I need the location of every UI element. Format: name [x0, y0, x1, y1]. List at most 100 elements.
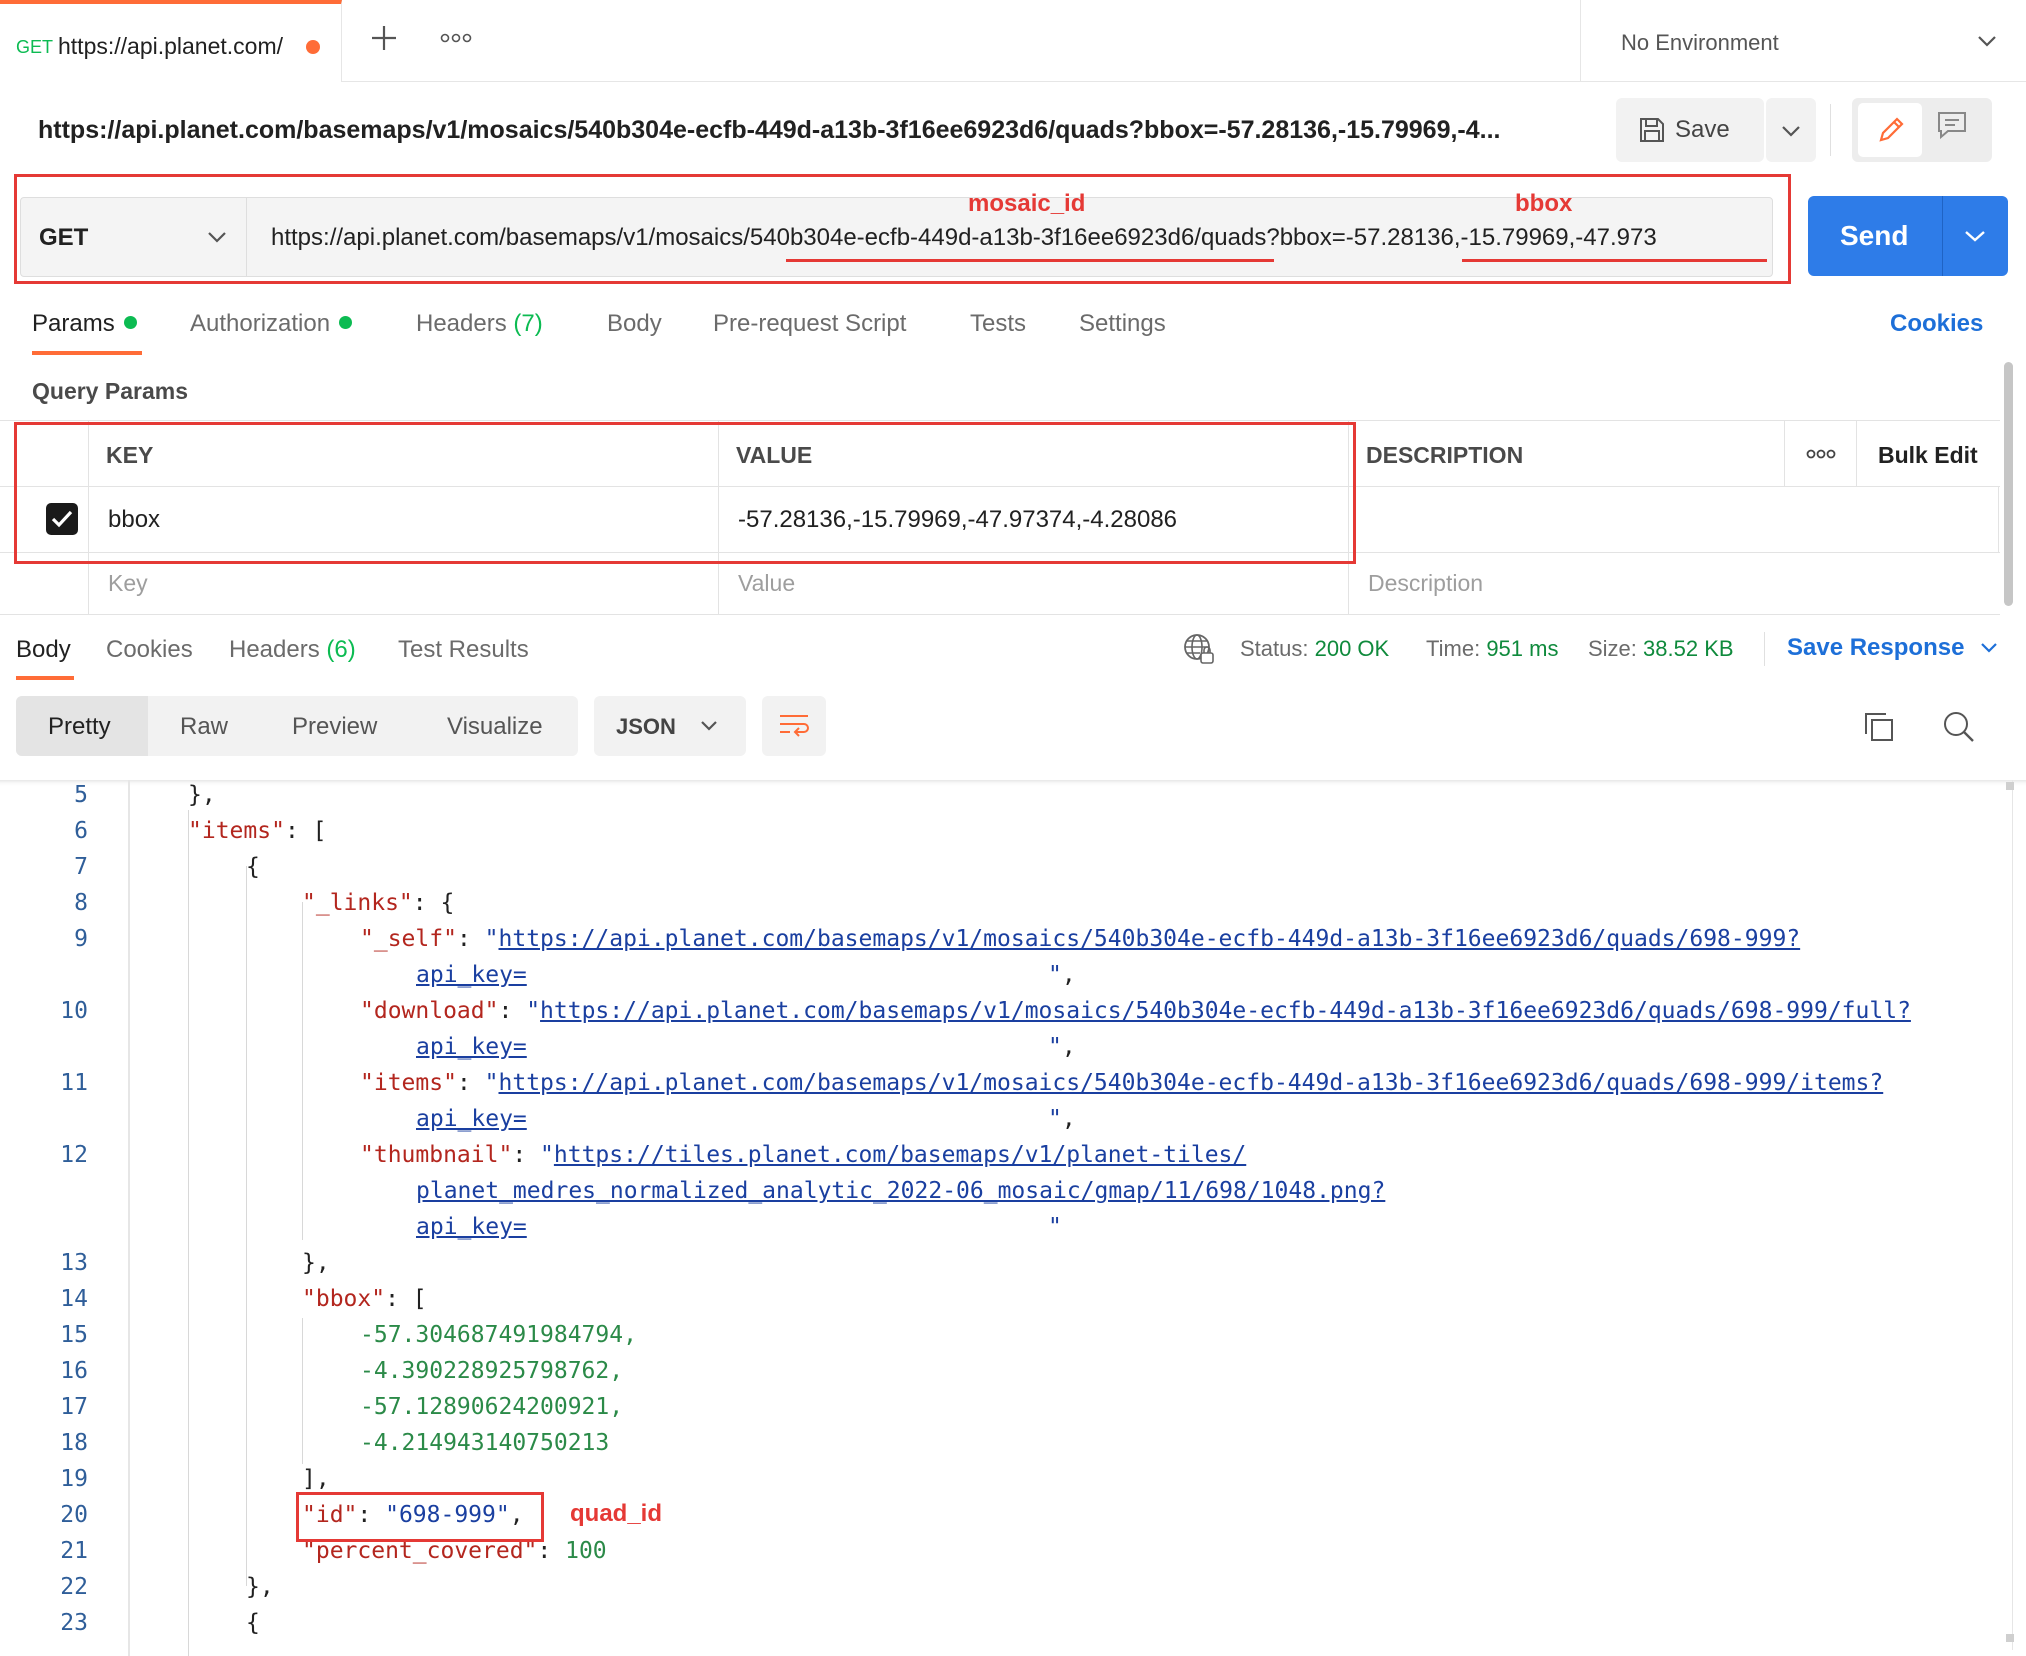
tab-url: https://api.planet.com/ [58, 33, 284, 59]
bbox-annotation: bbox [1515, 190, 1573, 217]
request-tab[interactable]: GET https://api.planet.com/ [0, 0, 342, 82]
tab-body[interactable]: Body [607, 310, 662, 338]
code-line: "items": [ [188, 818, 327, 844]
thumbnail-api-key[interactable]: api_key= [416, 1214, 1048, 1240]
tab-headers[interactable]: Headers (7) [416, 310, 543, 338]
table-border [0, 420, 2000, 421]
chevron-down-icon [1981, 643, 1997, 653]
save-response-button[interactable]: Save Response [1787, 634, 1964, 662]
code-line: }, [188, 782, 216, 808]
divider [1764, 632, 1765, 666]
edit-button[interactable] [1858, 103, 1922, 157]
time-readout[interactable]: Time: 951 ms [1426, 636, 1558, 662]
wrap-icon [780, 715, 809, 737]
search-button[interactable] [1942, 710, 1976, 744]
mode-pretty[interactable]: Pretty [16, 696, 148, 756]
line-number: 16 [60, 1358, 88, 1384]
network-globe-icon[interactable] [1182, 632, 1216, 666]
mode-raw[interactable]: Raw [180, 713, 228, 741]
tab-options-button[interactable] [440, 30, 472, 46]
code-line: -4.214943140750213 [360, 1430, 610, 1456]
line-number: 13 [60, 1250, 88, 1276]
code-line: { [246, 1610, 260, 1636]
tab-method: GET [16, 37, 54, 57]
active-tab-indicator [32, 351, 142, 355]
editor-scrollbar-track[interactable] [2012, 780, 2013, 1650]
mode-preview[interactable]: Preview [292, 713, 377, 741]
table-divider [1784, 420, 1785, 486]
copy-icon [1865, 713, 1893, 741]
unsaved-dot-icon [306, 40, 320, 54]
thumbnail-link-cont[interactable]: planet_medres_normalized_analytic_2022-0… [416, 1178, 1385, 1204]
comments-button[interactable] [1936, 110, 1968, 140]
line-number: 18 [60, 1430, 88, 1456]
response-tab-test-results[interactable]: Test Results [398, 636, 529, 664]
code-line: api_key= ", [416, 962, 1076, 988]
new-value-input[interactable]: Value [738, 570, 795, 597]
line-number: 8 [74, 890, 88, 916]
table-divider [1998, 486, 1999, 552]
bbox-underline [1462, 259, 1767, 262]
tab-params[interactable]: Params [32, 310, 137, 338]
line-number: 17 [60, 1394, 88, 1420]
items-link[interactable]: https://api.planet.com/basemaps/v1/mosai… [499, 1070, 1884, 1096]
table-options-button[interactable] [1806, 447, 1836, 461]
new-tab-button[interactable] [368, 22, 400, 54]
chevron-down-icon [1965, 231, 1985, 242]
tab-authorization[interactable]: Authorization [190, 310, 353, 338]
new-key-input[interactable]: Key [108, 570, 148, 597]
thumbnail-link[interactable]: https://tiles.planet.com/basemaps/v1/pla… [554, 1142, 1246, 1168]
tab-tests[interactable]: Tests [970, 310, 1026, 338]
editor-scrollbar-thumb[interactable] [2006, 782, 2014, 790]
send-label: Send [1840, 220, 1909, 251]
send-button[interactable]: Send [1808, 196, 2008, 276]
self-link[interactable]: https://api.planet.com/basemaps/v1/mosai… [499, 926, 1801, 952]
size-readout[interactable]: Size: 38.52 KB [1588, 636, 1734, 662]
new-description-input[interactable]: Description [1368, 570, 1483, 597]
editor-scrollbar-thumb[interactable] [2006, 1634, 2014, 1642]
download-api-key[interactable]: api_key= [416, 1034, 1048, 1060]
response-tab-body[interactable]: Body [16, 636, 71, 664]
line-number: 22 [60, 1574, 88, 1600]
code-line: "bbox": [ [302, 1286, 427, 1312]
code-line: "_self": "https://api.planet.com/basemap… [360, 926, 1801, 952]
wrap-lines-button[interactable] [762, 696, 826, 756]
save-options-button[interactable] [1766, 98, 1816, 162]
environment-selector[interactable]: No Environment [1580, 0, 2026, 82]
mode-visualize[interactable]: Visualize [447, 713, 543, 741]
chevron-down-icon [701, 721, 717, 731]
line-number: 15 [60, 1322, 88, 1348]
response-tab-headers[interactable]: Headers (6) [229, 636, 356, 664]
mosaic-id-annotation: mosaic_id [968, 190, 1086, 217]
tab-pre-request-script[interactable]: Pre-request Script [713, 310, 906, 338]
comment-icon [1938, 112, 1966, 140]
line-number: 11 [60, 1070, 88, 1096]
response-tab-cookies[interactable]: Cookies [106, 636, 193, 664]
status-readout[interactable]: Status: 200 OK [1240, 636, 1389, 662]
table-border [0, 614, 2000, 615]
params-scrollbar[interactable] [2004, 362, 2013, 606]
copy-button[interactable] [1862, 710, 1896, 744]
download-link[interactable]: https://api.planet.com/basemaps/v1/mosai… [540, 998, 1911, 1024]
tab-bar: GET https://api.planet.com/ No Environme… [0, 0, 2026, 82]
params-annotation-box [14, 422, 1356, 564]
items-api-key[interactable]: api_key= [416, 1106, 1048, 1132]
save-button[interactable]: Save [1616, 98, 1764, 162]
line-number: 19 [60, 1466, 88, 1492]
code-line: api_key= ", [416, 1106, 1076, 1132]
chevron-down-icon [1978, 36, 1996, 47]
line-number: 6 [74, 818, 88, 844]
code-line: }, [302, 1250, 330, 1276]
code-line: planet_medres_normalized_analytic_2022-0… [416, 1178, 1385, 1204]
chevron-down-icon [1782, 126, 1800, 137]
self-api-key[interactable]: api_key= [416, 962, 1048, 988]
code-line: ], [302, 1466, 330, 1492]
bulk-edit-button[interactable]: Bulk Edit [1878, 442, 1978, 469]
format-selector[interactable]: JSON [594, 696, 746, 756]
tab-settings[interactable]: Settings [1079, 310, 1166, 338]
line-number: 5 [74, 782, 88, 808]
indent-guide [246, 866, 247, 1586]
cookies-link[interactable]: Cookies [1890, 310, 1983, 338]
indent-guide [188, 810, 189, 1656]
request-name[interactable]: https://api.planet.com/basemaps/v1/mosai… [38, 116, 1501, 145]
